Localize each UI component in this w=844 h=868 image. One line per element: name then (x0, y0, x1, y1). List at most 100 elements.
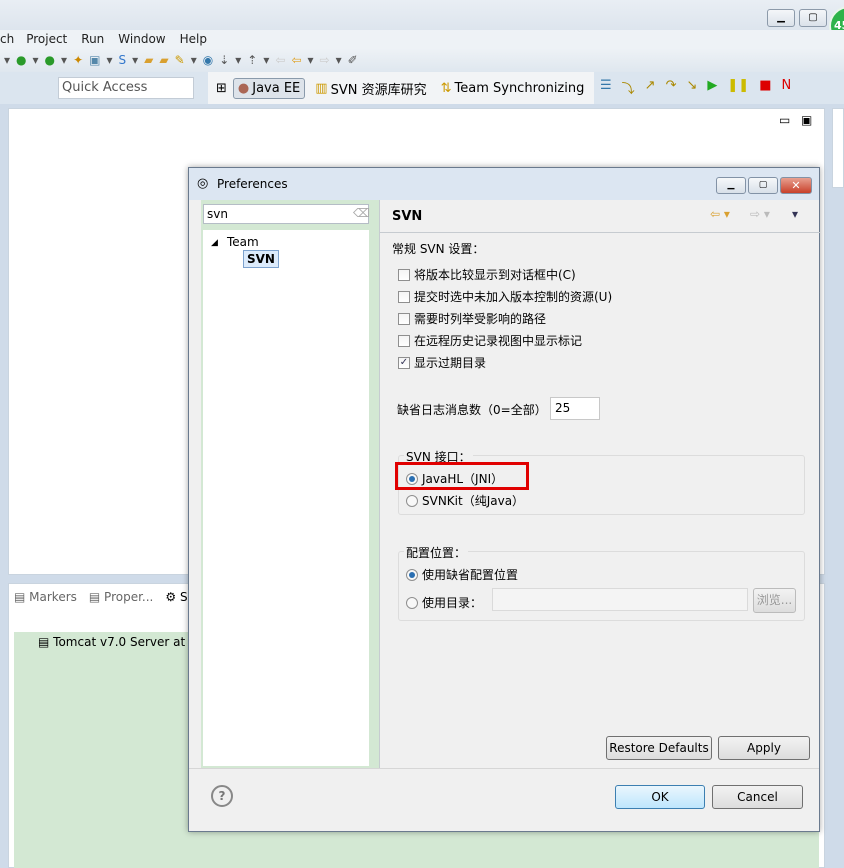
menu-search[interactable]: ch (0, 30, 14, 48)
back-icon[interactable]: ⇦ ▾ (710, 207, 730, 221)
dialog-close-button[interactable]: ✕ (780, 177, 812, 194)
bottom-tabs: ▤ Markers ▤ Proper... ⚙ S (8, 583, 188, 611)
new-project-icon[interactable]: ▣ (89, 53, 100, 67)
eclipse-icon: ◎ (197, 176, 209, 191)
open-perspective-icon[interactable]: ⊞ (216, 81, 227, 96)
log-count-input[interactable]: 25 (550, 397, 600, 420)
maximize-button[interactable]: ▢ (799, 9, 827, 27)
checkbox-affected-paths[interactable]: 需要时列举受影响的路径 (398, 310, 546, 327)
maximize-view-icon[interactable]: ▣ (801, 113, 812, 127)
minimize-button[interactable]: ▁ (767, 9, 795, 27)
new-class-icon[interactable]: S (119, 53, 127, 67)
menu-run[interactable]: Run (81, 30, 104, 48)
java-ee-icon: ● (237, 80, 250, 96)
dropdown-icon[interactable]: ▾ (263, 53, 269, 67)
step-into-icon[interactable]: ↗ (645, 78, 656, 97)
checkbox-show-outdated[interactable]: ✓ 显示过期目录 (398, 354, 486, 371)
step-filter-icon[interactable]: ☰ (600, 78, 612, 97)
dropdown-icon[interactable]: ▾ (336, 53, 342, 67)
window-title-bar (0, 0, 844, 30)
back-icon[interactable]: ⇦ (291, 53, 301, 67)
main-toolbar: ▾ ● ▾ ● ▾ ✦ ▣ ▾ S ▾ ▰ ▰ ✎ ▾ ◉ ⇣ ▾ ⇡ ▾ ⇦ ⇦ ▾ ⇨ ▾ ✐ (0, 48, 844, 72)
terminate-icon[interactable]: ■ (759, 78, 771, 97)
general-settings-label: 常规 SVN 设置： (392, 242, 485, 256)
dialog-minimize-button[interactable]: ▁ (716, 177, 746, 194)
side-panel (832, 108, 844, 188)
prev-annotation-icon[interactable]: ⇡ (247, 53, 257, 67)
perspective-switcher: ⊞ ● Java EE ▥ SVN 资源库研究 ⇅ Team Synchronizin… (208, 72, 594, 104)
dialog-button-bar: ? OK Cancel (189, 768, 819, 831)
debug-toolbar: ☰ ⤵ ↗ ↷ ↘ ▶ ❚❚ ■ N (600, 78, 791, 97)
radio-use-directory[interactable]: 使用目录： (406, 594, 482, 611)
suspend-icon[interactable]: ❚❚ (727, 78, 749, 97)
disconnect-icon[interactable]: N (781, 78, 791, 97)
checkbox-show-tags[interactable]: 在远程历史记录视图中显示标记 (398, 332, 582, 349)
tab-properties[interactable]: ▤ Proper... (89, 590, 153, 604)
menu-bar: ch Project Run Window Help (0, 30, 844, 48)
dropdown-icon[interactable]: ▾ (106, 53, 112, 67)
menu-project[interactable]: Project (26, 30, 67, 48)
dropdown-icon[interactable]: ▾ (33, 53, 39, 67)
dialog-title: Preferences (217, 177, 288, 191)
dropdown-icon[interactable]: ▾ (132, 53, 138, 67)
restore-defaults-button[interactable]: Restore Defaults (606, 736, 712, 760)
config-location-label: 配置位置： (404, 544, 469, 561)
dialog-maximize-button[interactable]: ▢ (748, 177, 778, 194)
apply-button[interactable]: Apply (718, 736, 810, 760)
brush-icon[interactable]: ✎ (175, 53, 185, 67)
dropdown-icon[interactable]: ▾ (308, 53, 314, 67)
dropdown-icon[interactable]: ▾ (191, 53, 197, 67)
config-directory-input[interactable] (492, 588, 748, 611)
menu-window[interactable]: Window (118, 30, 165, 48)
checkbox-compare-dialog[interactable]: 将版本比较显示到对话框中(C) (398, 266, 576, 283)
step-over-icon[interactable]: ↷ (666, 78, 677, 97)
back-arrow-icon[interactable]: ⇦ (275, 53, 285, 67)
browse-button[interactable]: 浏览... (753, 588, 796, 613)
dialog-title-bar: ◎ Preferences ▁ ▢ ✕ (189, 168, 819, 200)
dropdown-icon[interactable]: ▾ (235, 53, 241, 67)
resume-icon[interactable]: ▶ (707, 78, 717, 97)
next-annotation-icon[interactable]: ⇣ (219, 53, 229, 67)
server-icon: ▤ (38, 635, 50, 649)
highlight-box (395, 462, 529, 490)
filter-input[interactable]: svn (203, 204, 369, 224)
perspective-team-sync[interactable]: ⇅ Team Synchronizing (437, 79, 589, 98)
ok-button[interactable]: OK (615, 785, 705, 809)
radio-default-config[interactable]: 使用缺省配置位置 (406, 566, 518, 583)
forward-icon[interactable]: ⇨ (320, 53, 330, 67)
dropdown-icon[interactable]: ▾ (4, 53, 10, 67)
open-folder-icon[interactable]: ▰ (144, 53, 153, 67)
dropdown-icon[interactable]: ▾ (61, 53, 67, 67)
cancel-button[interactable]: Cancel (712, 785, 803, 809)
run-icon[interactable]: ● (16, 53, 26, 67)
view-menu-icon[interactable]: ▾ (792, 207, 798, 221)
step-return-icon[interactable]: ↘ (686, 78, 697, 97)
checkbox-commit-unversioned[interactable]: 提交时选中未加入版本控制的资源(U) (398, 288, 612, 305)
pin-icon[interactable]: ✐ (348, 53, 358, 67)
globe-icon[interactable]: ◉ (203, 53, 213, 67)
run-server-icon[interactable]: ● (45, 53, 55, 67)
quick-access-input[interactable]: Quick Access (58, 77, 194, 99)
preferences-dialog: ◎ Preferences ▁ ▢ ✕ svn ⌫ ◢ Team SVN SVN… (188, 167, 820, 832)
new-server-icon[interactable]: ✦ (73, 53, 83, 67)
open-file-icon[interactable]: ▰ (159, 53, 168, 67)
tab-servers[interactable]: ⚙ S (165, 590, 187, 604)
minimize-view-icon[interactable]: ▭ (779, 113, 790, 127)
help-icon[interactable]: ? (211, 785, 233, 807)
clear-filter-icon[interactable]: ⌫ (353, 206, 370, 220)
tab-markers[interactable]: ▤ Markers (14, 590, 77, 604)
expand-icon[interactable]: ◢ (211, 238, 218, 248)
log-count-label: 缺省日志消息数（0=全部） (397, 403, 547, 417)
forward-icon[interactable]: ⇨ ▾ (750, 207, 770, 221)
menu-help[interactable]: Help (180, 30, 207, 48)
perspective-svn[interactable]: ▥ SVN 资源库研究 (311, 77, 430, 100)
perspective-java-ee[interactable]: ● Java EE (232, 77, 306, 99)
tree-item-svn[interactable]: SVN (243, 250, 279, 268)
server-item[interactable]: ▤ Tomcat v7.0 Server at (38, 635, 185, 649)
preference-tree: ◢ Team SVN (203, 230, 369, 766)
svn-icon: ▥ (315, 80, 328, 96)
tree-item-team[interactable]: Team (227, 235, 259, 249)
drop-frame-icon[interactable]: ⤵ (622, 78, 635, 97)
radio-svnkit[interactable]: SVNKit（纯Java） (406, 492, 524, 509)
divider (380, 232, 820, 233)
